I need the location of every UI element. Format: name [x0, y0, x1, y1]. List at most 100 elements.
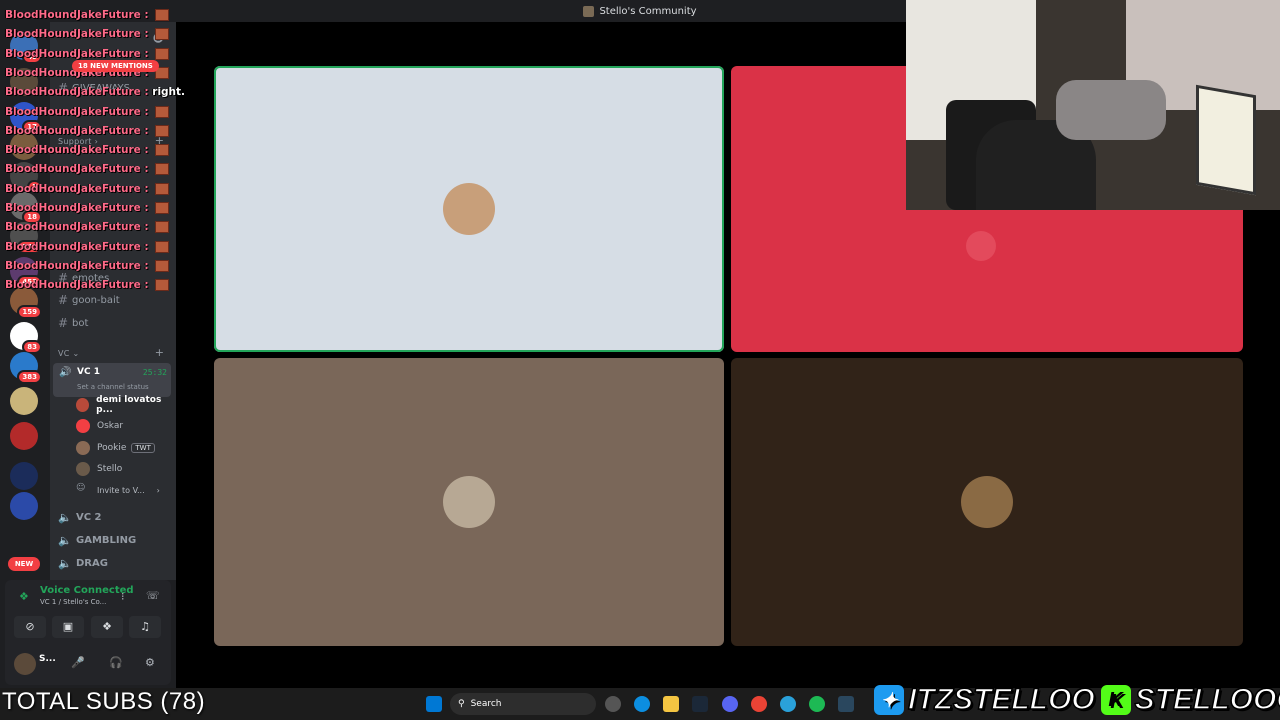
voice-channel-drag[interactable]: 🔈 DRAG — [58, 554, 108, 572]
signal-icon[interactable]: ❖ — [19, 590, 29, 603]
steam-icon[interactable] — [838, 696, 854, 712]
server-icon[interactable]: 83 — [10, 322, 42, 354]
voice-channel-vc2[interactable]: 🔈 VC 2 — [58, 508, 102, 526]
chat-username: BloodHoundJakeFuture — [5, 182, 141, 195]
copilot-icon[interactable] — [605, 696, 621, 712]
new-servers-pill[interactable]: NEW — [8, 557, 40, 571]
emote-icon — [155, 144, 170, 157]
add-channel-icon[interactable]: + — [155, 346, 164, 359]
emote-icon — [155, 28, 170, 41]
voice-panel: ❖ Voice Connected VC 1 / Stello's Co... … — [5, 580, 171, 685]
chat-message: BloodHoundJakeFuture : — [5, 276, 170, 295]
avatar — [966, 231, 996, 261]
chat-message: BloodHoundJakeFuture : — [5, 160, 170, 179]
steam-icon[interactable] — [692, 696, 708, 712]
twitter-handle: ITZSTELLOO — [907, 682, 1095, 717]
chat-username: BloodHoundJakeFuture — [5, 124, 141, 137]
voice-member[interactable]: Oskar — [76, 417, 123, 435]
kick-handle: STELLOOO — [1134, 682, 1280, 717]
voice-member[interactable]: Pookie TWT — [76, 439, 155, 457]
emote-icon — [155, 124, 170, 137]
server-icon[interactable] — [10, 422, 38, 450]
unread-badge: 383 — [17, 370, 42, 384]
avatar — [76, 398, 90, 412]
edge-icon[interactable] — [634, 696, 650, 712]
speaker-icon: 🔊 — [59, 367, 72, 378]
chat-text: right. — [152, 86, 186, 99]
voice-channel-vc1[interactable]: 🔊 VC 1 25:32 Set a channel status — [53, 363, 171, 397]
chevron-right-icon: › — [156, 485, 160, 495]
window-title: Stello's Community — [599, 5, 697, 17]
avatar[interactable] — [14, 653, 36, 675]
participant-tile[interactable] — [214, 358, 724, 646]
chrome-icon[interactable] — [751, 696, 767, 712]
voice-channel-path[interactable]: VC 1 / Stello's Co... — [40, 598, 106, 606]
avatar — [443, 183, 495, 235]
invite-to-voice[interactable]: ☺ Invite to V... › — [76, 481, 160, 499]
twitter-icon: ✦ — [874, 685, 904, 715]
speaker-icon: 🔈 — [58, 556, 72, 570]
unread-badge: 159 — [17, 305, 42, 319]
file-explorer-icon[interactable] — [663, 696, 679, 712]
webcam-overlay — [906, 0, 1280, 210]
search-icon: ⚲ — [458, 699, 465, 709]
add-user-icon: ☺ — [76, 483, 86, 493]
noise-suppression-icon[interactable]: ⁝ — [121, 590, 125, 603]
emote-icon — [155, 279, 170, 292]
channel-bot[interactable]: # bot — [58, 314, 88, 332]
emote-icon — [155, 202, 170, 214]
voice-member[interactable]: Stello — [76, 460, 122, 478]
chat-username: BloodHoundJakeFuture — [5, 86, 141, 99]
category-vc[interactable]: VC ⌄ — [58, 349, 80, 358]
chat-username: BloodHoundJakeFuture — [5, 163, 141, 176]
voice-channel-gambling[interactable]: 🔈 GAMBLING — [58, 531, 136, 549]
voice-status[interactable]: Voice Connected — [40, 585, 134, 596]
screen-share-button[interactable]: ▣ — [52, 616, 84, 638]
avatar — [961, 476, 1013, 528]
emote-icon — [155, 221, 170, 234]
participant-tile[interactable] — [731, 358, 1243, 646]
chat-message: BloodHoundJakeFuture : — [5, 25, 170, 44]
chat-message: BloodHoundJakeFuture : — [5, 199, 170, 218]
user-name[interactable]: S... — [39, 654, 56, 664]
speaker-icon: 🔈 — [58, 510, 72, 524]
chat-message: BloodHoundJakeFuture : — [5, 180, 170, 199]
avatar — [76, 419, 90, 433]
activities-button[interactable]: ❖ — [91, 616, 123, 638]
voice-member[interactable]: demi lovatos p... — [76, 395, 176, 415]
call-timer: 25:32 — [142, 368, 167, 377]
server-icon[interactable] — [10, 462, 38, 490]
chat-username: BloodHoundJakeFuture — [5, 28, 141, 41]
monitor — [1196, 84, 1256, 196]
emote-icon — [155, 163, 170, 176]
chat-message: BloodHoundJakeFuture : — [5, 122, 170, 141]
emote-icon — [155, 105, 170, 118]
chat-username: BloodHoundJakeFuture — [5, 9, 141, 21]
microphone-icon[interactable]: 🎤 — [71, 656, 85, 669]
server-icon[interactable] — [10, 492, 38, 520]
chat-username: BloodHoundJakeFuture — [5, 144, 141, 157]
soundboard-button[interactable]: ♫ — [129, 616, 161, 638]
server-icon[interactable] — [10, 387, 38, 415]
camera-off-button[interactable]: ⊘ — [14, 616, 46, 638]
participant-tile[interactable] — [214, 66, 724, 352]
chat-message: BloodHoundJakeFuture : — [5, 103, 170, 122]
new-mentions-pill[interactable]: 18 NEW MENTIONS — [72, 60, 159, 72]
emote-icon — [155, 259, 170, 272]
server-icon[interactable]: 383 — [10, 352, 42, 384]
telegram-icon[interactable] — [780, 696, 796, 712]
taskbar-search[interactable]: ⚲ Search — [450, 693, 596, 715]
social-handles: ✦ ITZSTELLOO K STELLOOO — [874, 682, 1280, 718]
headphones-icon[interactable]: 🎧 — [109, 656, 123, 669]
avatar — [76, 441, 90, 455]
emote-icon — [155, 182, 170, 195]
chat-message: BloodHoundJakeFuture : — [5, 141, 170, 160]
disconnect-icon[interactable]: ☏ — [146, 589, 160, 602]
spotify-icon[interactable] — [809, 696, 825, 712]
windows-start-icon[interactable] — [426, 696, 442, 712]
channel-status[interactable]: Set a channel status — [77, 383, 149, 391]
gear-icon[interactable]: ⚙ — [145, 656, 155, 669]
chat-username: BloodHoundJakeFuture — [5, 240, 141, 253]
emote-icon — [155, 47, 170, 60]
discord-icon[interactable] — [722, 696, 738, 712]
